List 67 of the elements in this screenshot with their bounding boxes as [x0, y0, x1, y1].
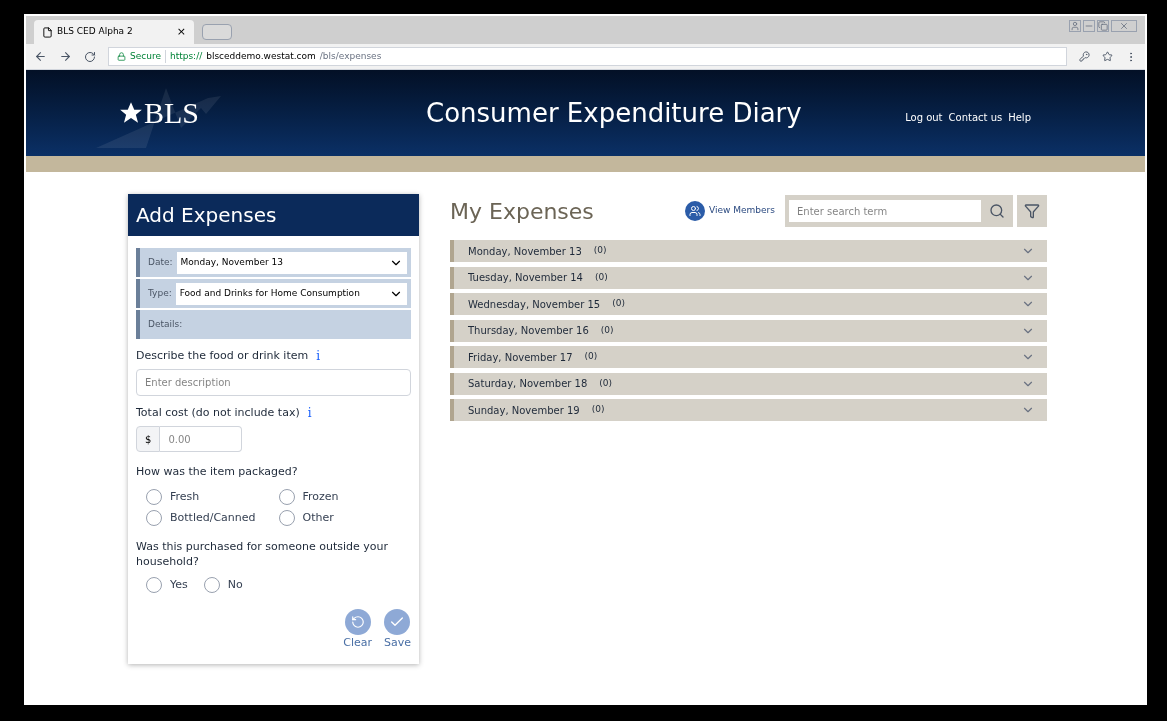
page-icon: [42, 26, 53, 38]
tab-title: BLS CED Alpha 2: [57, 25, 134, 39]
expense-count: (0): [594, 270, 608, 284]
day-row[interactable]: Tuesday, November 14 (0): [450, 266, 1047, 289]
people-icon: [689, 205, 702, 217]
day-row[interactable]: Monday, November 13 (0): [450, 240, 1047, 262]
radio-option[interactable]: Fresh: [146, 488, 279, 505]
restore-icon[interactable]: [1097, 20, 1109, 32]
key-icon[interactable]: [1079, 51, 1090, 62]
day-label: Wednesday, November 15: [468, 297, 601, 312]
info-icon[interactable]: i: [316, 347, 321, 365]
day-row[interactable]: Friday, November 17 (0): [450, 346, 1047, 368]
browser-tab[interactable]: BLS CED Alpha 2 ×: [34, 20, 194, 44]
panel-title: Add Expenses: [136, 202, 277, 229]
header-link[interactable]: Log out: [905, 109, 943, 125]
day-row[interactable]: Thursday, November 16 (0): [450, 319, 1047, 342]
filter-icon: [1024, 203, 1040, 219]
day-label: Tuesday, November 14: [468, 271, 583, 285]
tab-close[interactable]: ×: [176, 23, 186, 41]
site-title: Consumer Expenditure Diary: [426, 96, 802, 130]
header-link[interactable]: Help: [1008, 109, 1031, 125]
radio-option[interactable]: Yes: [146, 576, 188, 593]
currency-prefix: $: [136, 426, 161, 452]
profile-icon[interactable]: [1069, 20, 1081, 32]
question-label: Was this purchased for someone outside your household?: [136, 538, 389, 569]
day-label: Monday, November 13: [468, 244, 582, 259]
undo-icon: [350, 615, 365, 629]
day-label: Saturday, November 18: [468, 377, 588, 391]
radio-option[interactable]: Bottled/Canned: [146, 510, 279, 527]
expense-count: (0): [600, 323, 614, 337]
question-label: How was the item packaged?: [136, 464, 299, 480]
day-row[interactable]: Saturday, November 18 (0): [450, 372, 1047, 395]
field-label: Total cost (do not include tax): [136, 404, 300, 421]
day-label: Sunday, November 19: [468, 403, 580, 418]
radio-option[interactable]: Other: [278, 510, 411, 527]
expense-count: (0): [593, 244, 607, 258]
radio-option[interactable]: No: [203, 576, 243, 593]
day-row[interactable]: Sunday, November 19 (0): [450, 399, 1047, 421]
filter-button[interactable]: [1017, 195, 1047, 227]
star-icon[interactable]: [1102, 51, 1113, 62]
info-icon[interactable]: i: [307, 404, 312, 422]
select-field[interactable]: Date: Monday, November 13: [136, 248, 411, 277]
field-label: Describe the food or drink item: [136, 347, 309, 364]
radio-option[interactable]: Frozen: [278, 488, 411, 505]
address-bar[interactable]: Secure https:// blsceddemo.westat.com /bls/expenses: [108, 47, 1067, 66]
day-label: Friday, November 17: [468, 350, 573, 365]
forward-icon[interactable]: [59, 50, 72, 63]
bls-logo[interactable]: BLS: [118, 98, 200, 128]
lock-icon: [117, 52, 126, 61]
expense-count: (0): [599, 376, 613, 390]
expense-count: (0): [591, 403, 605, 417]
reload-icon[interactable]: [84, 50, 96, 63]
day-label: Thursday, November 16: [468, 324, 589, 338]
back-icon[interactable]: [34, 50, 47, 63]
search-icon[interactable]: [989, 203, 1005, 219]
search-field[interactable]: Enter search term: [785, 195, 1013, 227]
header-link[interactable]: Contact us: [948, 109, 1003, 125]
description-input[interactable]: Enter description: [136, 369, 411, 396]
expense-count: (0): [612, 297, 625, 311]
details-label: Details:: [148, 317, 183, 331]
expense-count: (0): [584, 350, 598, 364]
view-members-link[interactable]: View Members: [685, 201, 775, 221]
select-field[interactable]: Type: Food and Drinks for Home Consumption: [136, 279, 411, 308]
cost-input[interactable]: 0.00: [160, 426, 243, 452]
day-row[interactable]: Wednesday, November 15 (0): [450, 293, 1047, 315]
close-icon[interactable]: [1111, 20, 1137, 32]
section-title: My Expenses: [450, 197, 594, 226]
